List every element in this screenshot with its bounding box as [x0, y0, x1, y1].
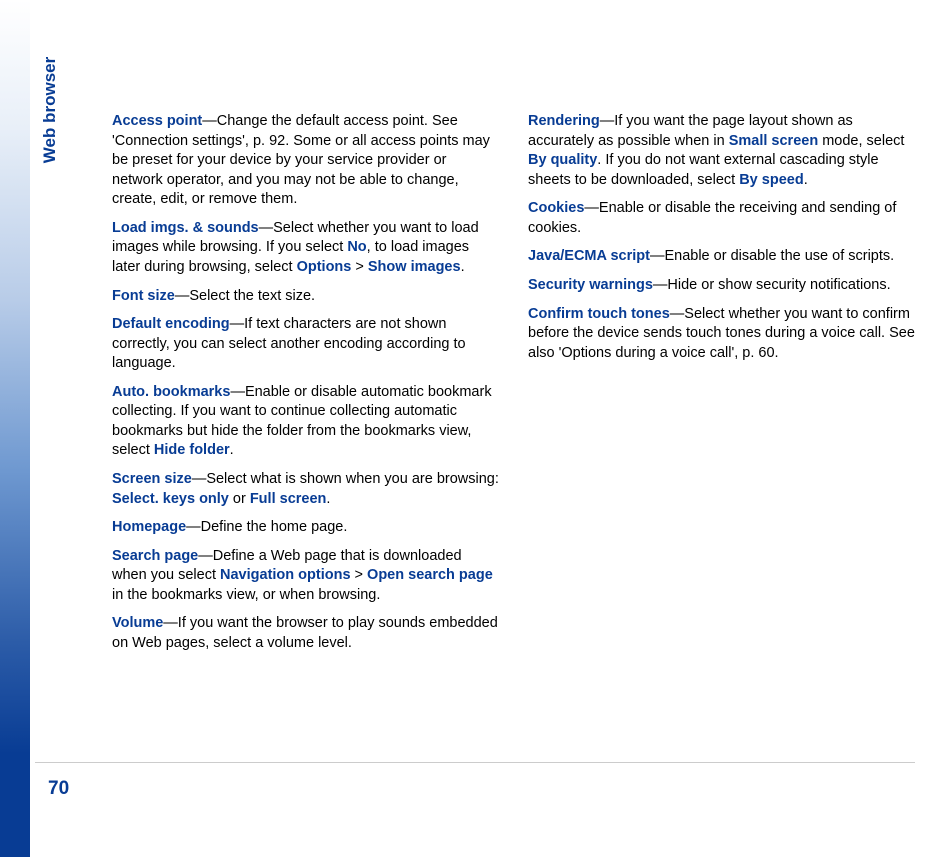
- sep: >: [351, 259, 368, 275]
- desc: —Select what is shown when you are brows…: [192, 471, 499, 487]
- term: Cookies: [528, 200, 584, 216]
- desc: —Enable or disable the use of scripts.: [650, 248, 894, 264]
- section-title: Web browser: [40, 50, 60, 170]
- sidebar-gradient: [0, 0, 30, 857]
- page-number: 70: [48, 778, 69, 800]
- desc: .: [461, 259, 465, 275]
- setting-java-ecma: Java/ECMA script—Enable or disable the u…: [528, 247, 916, 267]
- desc: .: [326, 491, 330, 507]
- desc: .: [804, 172, 808, 188]
- term: Font size: [112, 288, 175, 304]
- term: Screen size: [112, 471, 192, 487]
- desc: .: [230, 442, 234, 458]
- term: Java/ECMA script: [528, 248, 650, 264]
- option: Select. keys only: [112, 491, 229, 507]
- setting-default-encoding: Default encoding—If text characters are …: [112, 315, 500, 374]
- term: Search page: [112, 548, 198, 564]
- option: By quality: [528, 152, 597, 168]
- term: Access point: [112, 113, 202, 129]
- term: Default encoding: [112, 316, 230, 332]
- term: Security warnings: [528, 277, 653, 293]
- desc: in the bookmarks view, or when browsing.: [112, 587, 380, 603]
- option: No: [347, 239, 366, 255]
- option: Hide folder: [154, 442, 230, 458]
- setting-volume: Volume—If you want the browser to play s…: [112, 614, 500, 653]
- main-content: Access point—Change the default access p…: [112, 112, 916, 663]
- option: Small screen: [729, 133, 818, 149]
- term: Rendering: [528, 113, 600, 129]
- option: Full screen: [250, 491, 327, 507]
- setting-security-warnings: Security warnings—Hide or show security …: [528, 276, 916, 296]
- term: Volume: [112, 615, 163, 631]
- sep: >: [351, 567, 368, 583]
- option: Open search page: [367, 567, 493, 583]
- term: Load imgs. & sounds: [112, 220, 259, 236]
- setting-rendering: Rendering—If you want the page layout sh…: [528, 112, 916, 190]
- option: Show images: [368, 259, 461, 275]
- option: By speed: [739, 172, 803, 188]
- setting-search-page: Search page—Define a Web page that is do…: [112, 547, 500, 606]
- setting-cookies: Cookies—Enable or disable the receiving …: [528, 199, 916, 238]
- column-left: Access point—Change the default access p…: [112, 112, 500, 663]
- column-right: Rendering—If you want the page layout sh…: [528, 112, 916, 663]
- setting-auto-bookmarks: Auto. bookmarks—Enable or disable automa…: [112, 383, 500, 461]
- desc: or: [229, 491, 250, 507]
- option: Options: [297, 259, 352, 275]
- option: Navigation options: [220, 567, 351, 583]
- desc: —Define the home page.: [186, 519, 347, 535]
- desc: mode, select: [818, 133, 904, 149]
- setting-homepage: Homepage—Define the home page.: [112, 518, 500, 538]
- setting-load-imgs-sounds: Load imgs. & sounds—Select whether you w…: [112, 219, 500, 278]
- term: Confirm touch tones: [528, 306, 670, 322]
- footer-divider: [35, 762, 915, 763]
- desc: —Select the text size.: [175, 288, 315, 304]
- desc: —Hide or show security notifications.: [653, 277, 891, 293]
- setting-font-size: Font size—Select the text size.: [112, 287, 500, 307]
- term: Auto. bookmarks: [112, 384, 230, 400]
- setting-screen-size: Screen size—Select what is shown when yo…: [112, 470, 500, 509]
- desc: —Enable or disable the receiving and sen…: [528, 200, 896, 236]
- term: Homepage: [112, 519, 186, 535]
- setting-access-point: Access point—Change the default access p…: [112, 112, 500, 210]
- setting-confirm-touch-tones: Confirm touch tones—Select whether you w…: [528, 305, 916, 364]
- sidebar: Web browser 70: [0, 0, 100, 857]
- desc: —If you want the browser to play sounds …: [112, 615, 498, 651]
